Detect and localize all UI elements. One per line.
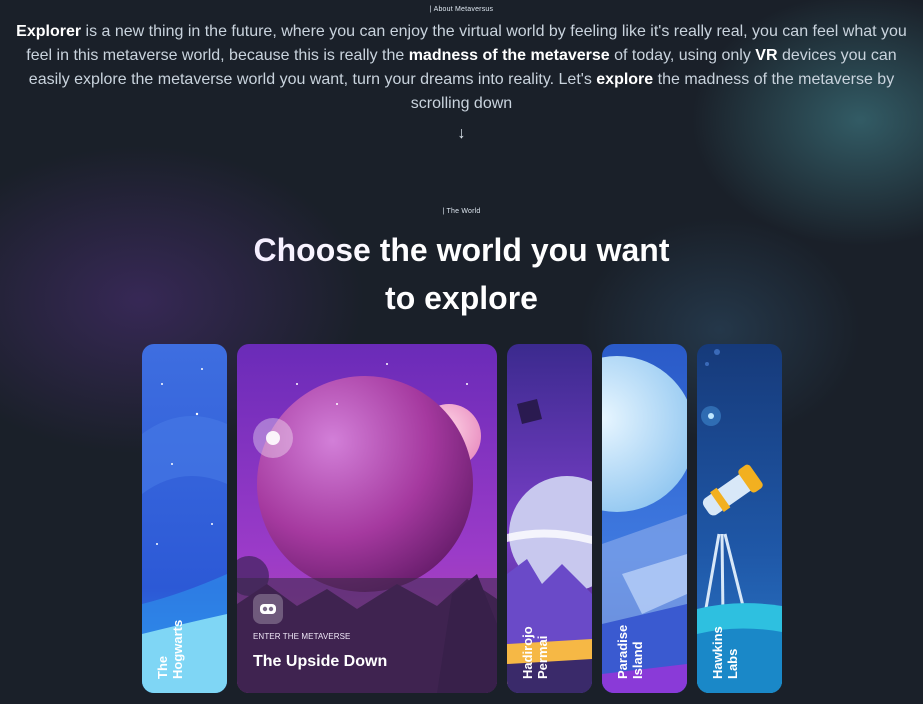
enter-metaverse-label: ENTER THE METAVERSE <box>253 632 351 641</box>
about-text-madness: madness of the metaverse <box>408 47 610 64</box>
world-heading-line2: to explore <box>385 280 538 316</box>
about-text-part: of today, using only <box>609 47 756 64</box>
vr-headset-icon[interactable] <box>253 594 283 624</box>
world-heading-line1: Choose the world you want <box>253 232 670 268</box>
card-overlay: ENTER THE METAVERSE The Upside Down <box>237 578 497 693</box>
about-text-explorer: Explorer <box>16 23 82 40</box>
about-text-explore: explore <box>596 71 654 88</box>
about-paragraph: Explorer is a new thing in the future, w… <box>10 20 913 116</box>
world-card-hadirojo[interactable]: Hadirojo Permai <box>507 344 592 693</box>
world-card-hawkins[interactable]: Hawkins Labs <box>697 344 782 693</box>
card-label-paradise: Paradise Island <box>614 624 645 679</box>
world-card-hogwarts[interactable]: The Hogwarts <box>142 344 227 693</box>
world-tag: | The World <box>442 208 481 215</box>
card-label-hadirojo: Hadirojo Permai <box>519 626 550 679</box>
world-card-upside-down[interactable]: ENTER THE METAVERSE The Upside Down <box>237 344 497 693</box>
world-heading: Choose the world you want to explore <box>0 226 923 322</box>
card-label-hogwarts: The Hogwarts <box>154 619 185 679</box>
card-label-hawkins: Hawkins Labs <box>709 626 740 679</box>
about-text-vr: VR <box>755 47 778 64</box>
world-card-paradise[interactable]: Paradise Island <box>602 344 687 693</box>
card-title-upside-down: The Upside Down <box>253 653 388 670</box>
arrow-down-icon[interactable]: ↓ <box>0 125 923 143</box>
about-tag: | About Metaversus <box>429 6 494 13</box>
